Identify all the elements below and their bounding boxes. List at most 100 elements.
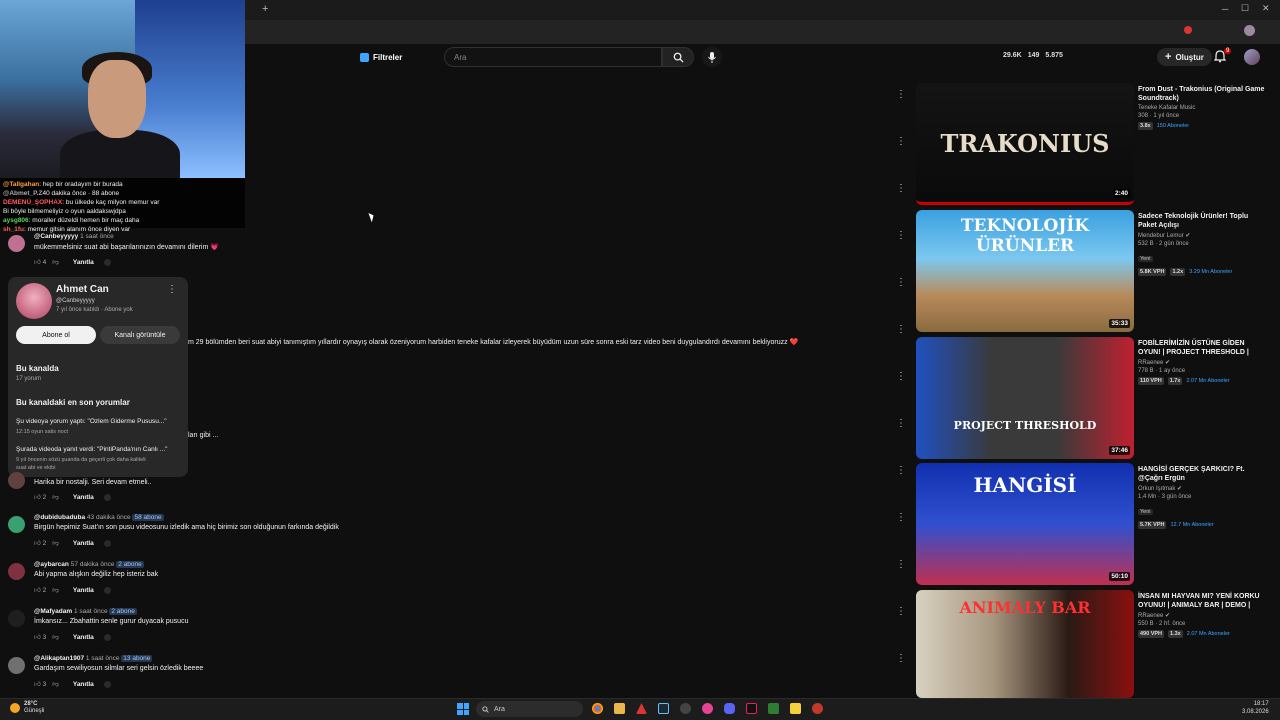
app-icon[interactable] [790,703,801,714]
like-button[interactable]: 👍︎ 2 [34,493,46,501]
video-title[interactable]: From Dust - Trakonius (Original Game Sou… [1138,85,1266,103]
like-button[interactable]: 👍︎ 3 [34,680,46,688]
minimize-button[interactable]: ─ [1222,5,1228,14]
vph-badge: 3.8x [1138,122,1153,130]
create-button[interactable]: + Oluştur [1157,48,1212,66]
video-thumbnail[interactable]: TRAKONIUS 2:40 [916,83,1134,205]
discord-icon[interactable] [724,703,735,714]
extension-icon[interactable] [1184,26,1192,34]
comment-menu-icon[interactable]: ⋮ [896,231,906,241]
video-duration: 2:40 [1112,189,1130,198]
weather-widget[interactable]: 28°C Güneşli [10,701,44,715]
video-thumbnail[interactable]: PROJECT THRESHOLD 37:46 [916,337,1134,459]
reply-button[interactable]: Yanıtla [73,494,94,501]
like-button[interactable]: 👍︎ 4 [34,258,46,266]
comment-menu-icon[interactable]: ⋮ [896,137,906,147]
video-title[interactable]: FOBİLERİMİZİN ÜSTÜNE GİDEN OYUN! | PROJE… [1138,339,1266,357]
close-window-button[interactable]: ✕ [1262,4,1270,13]
dislike-button[interactable]: 👎︎ [52,586,59,594]
comment-item: @dubidubaduba 43 dakika önce 58 abone Bi… [8,514,888,554]
comment-menu-icon[interactable]: ⋮ [896,419,906,429]
video-thumbnail[interactable]: TEKNOLOJİK ÜRÜNLER 35:33 [916,210,1134,332]
video-thumbnail[interactable]: ANIMALY BAR [916,590,1134,698]
video-channel[interactable]: Orkun Işıtmak ✔ [1138,485,1266,492]
filters-button[interactable]: Filtreler [360,50,402,65]
video-title[interactable]: Sadece Teknolojik Ürünler! Toplu Paket A… [1138,212,1266,230]
reply-button[interactable]: Yanıtla [73,634,94,641]
comment-menu-icon[interactable]: ⋮ [896,325,906,335]
subscribe-button[interactable]: Abone ol [16,326,96,344]
reply-button[interactable]: Yanıtla [73,259,94,266]
taskbar-search-input[interactable]: Ara [476,701,583,717]
app-icon[interactable] [702,703,713,714]
comment-avatar[interactable] [8,516,25,533]
subscriber-badge: 13 abone [121,655,153,662]
comment-author[interactable]: @Alikaptan1907 [34,655,84,662]
comment-menu-icon[interactable]: ⋮ [896,184,906,194]
video-badges: 3.8x 150 Aboneler [1138,122,1266,130]
windows-start-icon[interactable] [457,703,469,715]
reply-button[interactable]: Yanıtla [73,681,94,688]
comment-avatar[interactable] [8,563,25,580]
comment-menu-icon[interactable]: ⋮ [896,654,906,664]
user-avatar[interactable] [1244,49,1260,65]
comment-author[interactable]: @Canbeyyyyy [34,233,78,240]
file-explorer-icon[interactable] [614,703,625,714]
more-options-icon[interactable]: ⋮ [167,284,177,295]
like-button[interactable]: 👍︎ 3 [34,633,46,641]
reply-button[interactable]: Yanıtla [73,540,94,547]
comment-author[interactable]: @dubidubaduba [34,514,85,521]
video-title[interactable]: HANGİSİ GERÇEK ŞARKICI? Ft. @Çağrı Ergün [1138,465,1266,483]
steam-icon[interactable] [658,703,669,714]
chrome-app-icon[interactable] [592,703,603,714]
comment-text: Abi yapma alışkın değiliz hep isteriz ba… [34,571,159,578]
video-channel[interactable]: Teneke Kafalar Music [1138,105,1266,111]
profile-name: Ahmet Can [56,284,109,295]
view-channel-button[interactable]: Kanalı görüntüle [100,326,180,344]
dislike-button[interactable]: 👎︎ [52,633,59,641]
video-title[interactable]: İNSAN MI HAYVAN MI? YENİ KORKU OYUNU! | … [1138,592,1266,610]
dislike-button[interactable]: 👎︎ [52,258,59,266]
app-icon[interactable] [768,703,779,714]
profile-avatar[interactable] [16,283,52,319]
comment-menu-icon[interactable]: ⋮ [896,560,906,570]
new-badge: Yeni [1138,509,1153,515]
comment-menu-icon[interactable]: ⋮ [896,90,906,100]
search-input[interactable]: Ara [444,47,662,67]
new-badge: Yeni [1138,256,1153,262]
reply-button[interactable]: Yanıtla [73,587,94,594]
video-thumbnail[interactable]: HANGİSİ 50:10 [916,463,1134,585]
comment-menu-icon[interactable]: ⋮ [896,372,906,382]
comment-menu-icon[interactable]: ⋮ [896,607,906,617]
thumbnail-title-text: HANGİSİ [973,473,1077,497]
comment-menu-icon[interactable]: ⋮ [896,513,906,523]
maximize-button[interactable]: ☐ [1241,4,1249,13]
search-button[interactable] [662,47,694,67]
video-channel[interactable]: RRaenee ✔ [1138,612,1266,619]
new-tab-button[interactable]: + [262,4,268,15]
like-button[interactable]: 👍︎ 2 [34,586,46,594]
recent-comment-link[interactable]: Şu videoya yorum yaptı: "Özlem Giderme P… [16,418,178,425]
video-channel[interactable]: Mendebur Lemur ✔ [1138,232,1266,239]
recent-comment-link[interactable]: Şurada videoda yanıt verdi: "PintiPanda'… [16,446,178,453]
comment-menu-icon[interactable]: ⋮ [896,466,906,476]
like-button[interactable]: 👍︎ 2 [34,539,46,547]
comment-text: İmkansız... Zbahattin senle gurur duyaca… [34,618,189,625]
app-icon[interactable] [680,703,691,714]
video-channel[interactable]: RRaenee ✔ [1138,359,1266,366]
dislike-button[interactable]: 👎︎ [52,493,59,501]
comment-avatar[interactable] [8,235,25,252]
tiktok-icon[interactable] [746,703,757,714]
comment-author[interactable]: @Mafyadam [34,608,72,615]
comment-menu-icon[interactable]: ⋮ [896,278,906,288]
app-icon[interactable] [812,703,823,714]
taskbar-clock[interactable]: 18:17 3.08.2026 [1242,700,1269,716]
comment-avatar[interactable] [8,610,25,627]
comment-avatar[interactable] [8,657,25,674]
voice-search-button[interactable] [702,47,722,67]
dislike-button[interactable]: 👎︎ [52,680,59,688]
comment-author[interactable]: @aybarcan [34,561,69,568]
comment-avatar[interactable] [8,472,25,489]
profile-avatar-icon[interactable] [1244,25,1255,36]
dislike-button[interactable]: 👎︎ [52,539,59,547]
